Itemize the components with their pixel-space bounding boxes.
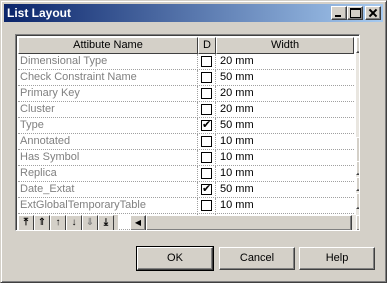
- display-cell: [198, 134, 216, 150]
- reorder-toolbar: ⤒ ⇑ ↑ ↓ ⇓ ⤓: [18, 215, 118, 230]
- display-cell: [198, 54, 216, 70]
- table-row[interactable]: Replica 10 mm: [18, 166, 354, 182]
- horizontal-scroll-thumb[interactable]: [146, 215, 352, 230]
- scroll-down-button[interactable]: ▼: [356, 193, 359, 209]
- attribute-name-cell: Cluster: [18, 102, 198, 118]
- move-up-icon[interactable]: ↑: [50, 215, 66, 230]
- scroll-right-button[interactable]: ▶: [356, 215, 359, 230]
- width-cell[interactable]: 10 mm: [216, 166, 354, 182]
- attribute-name-cell: Annotated: [18, 134, 198, 150]
- move-to-bottom-icon[interactable]: ⤓: [98, 215, 114, 230]
- close-button[interactable]: [365, 6, 381, 20]
- attribute-name-cell: Type: [18, 118, 198, 134]
- grid-rows: Dimensional Type 20 mm Check Constraint Na…: [18, 54, 354, 230]
- display-checkbox[interactable]: ✔: [201, 184, 212, 195]
- attribute-name-cell: Date_Extat: [18, 182, 198, 198]
- table-row[interactable]: ExtGlobalTemporaryTable 10 mm: [18, 198, 354, 214]
- width-cell[interactable]: 50 mm: [216, 70, 354, 86]
- width-cell[interactable]: 10 mm: [216, 150, 354, 166]
- move-page-up-icon[interactable]: ⇑: [34, 215, 50, 230]
- horizontal-scrollbar[interactable]: ◀ ▶: [130, 215, 359, 230]
- attribute-grid: Attibute Name D Width Dimensional Type 20…: [15, 34, 360, 231]
- window-title: List Layout: [7, 6, 72, 20]
- display-checkbox[interactable]: [201, 136, 212, 147]
- table-row[interactable]: Type ✔ 50 mm: [18, 118, 354, 134]
- ok-button[interactable]: OK: [136, 246, 214, 271]
- display-cell: [198, 150, 216, 166]
- table-row[interactable]: Cluster 20 mm: [18, 102, 354, 118]
- column-header-d[interactable]: D: [198, 37, 216, 54]
- display-checkbox[interactable]: [201, 56, 212, 67]
- width-cell[interactable]: 20 mm: [216, 102, 354, 118]
- move-to-top-icon[interactable]: ⤒: [18, 215, 34, 230]
- display-cell: [198, 166, 216, 182]
- minimize-button[interactable]: [331, 6, 347, 20]
- attribute-name-cell: Primary Key: [18, 86, 198, 102]
- attribute-name-cell: Dimensional Type: [18, 54, 198, 70]
- display-cell: ✔: [198, 182, 216, 198]
- title-bar: List Layout: [4, 4, 383, 22]
- width-cell[interactable]: 10 mm: [216, 134, 354, 150]
- list-layout-dialog: List Layout Attibute Name D Width Dimens…: [0, 0, 387, 283]
- scroll-top-button[interactable]: ⤒: [356, 161, 359, 175]
- display-cell: [198, 198, 216, 214]
- vertical-scrollbar[interactable]: ▲ ⤒ ⤓ ▼: [356, 37, 359, 215]
- attribute-name-cell: ExtGlobalTemporaryTable: [18, 198, 198, 214]
- display-cell: ✔: [198, 118, 216, 134]
- display-checkbox[interactable]: [201, 88, 212, 99]
- column-header-name[interactable]: Attibute Name: [18, 37, 198, 54]
- display-checkbox[interactable]: [201, 200, 212, 211]
- maximize-button[interactable]: [347, 6, 363, 20]
- table-row[interactable]: Date_Extat ✔ 50 mm: [18, 182, 354, 198]
- attribute-name-cell: Check Constraint Name: [18, 70, 198, 86]
- width-cell[interactable]: 50 mm: [216, 182, 354, 198]
- attribute-name-cell: Has Symbol: [18, 150, 198, 166]
- table-row[interactable]: Has Symbol 10 mm: [18, 150, 354, 166]
- display-checkbox[interactable]: [201, 168, 212, 179]
- scroll-up-button[interactable]: ▲: [356, 37, 359, 53]
- display-cell: [198, 70, 216, 86]
- move-down-icon[interactable]: ↓: [66, 215, 82, 230]
- width-cell[interactable]: 20 mm: [216, 86, 354, 102]
- attribute-name-cell: Replica: [18, 166, 198, 182]
- table-row[interactable]: Check Constraint Name 50 mm: [18, 70, 354, 86]
- display-checkbox[interactable]: [201, 72, 212, 83]
- display-checkbox[interactable]: [201, 104, 212, 115]
- scroll-bottom-button[interactable]: ⤓: [356, 177, 359, 191]
- cancel-button[interactable]: Cancel: [219, 247, 295, 270]
- display-cell: [198, 102, 216, 118]
- column-header-width[interactable]: Width: [216, 37, 354, 54]
- move-page-down-icon[interactable]: ⇓: [82, 215, 98, 230]
- width-cell[interactable]: 50 mm: [216, 118, 354, 134]
- width-cell[interactable]: 10 mm: [216, 198, 354, 214]
- scroll-left-button[interactable]: ◀: [130, 215, 146, 230]
- display-checkbox[interactable]: [201, 152, 212, 163]
- table-row[interactable]: Primary Key 20 mm: [18, 86, 354, 102]
- help-button[interactable]: Help: [299, 247, 375, 270]
- table-row[interactable]: Dimensional Type 20 mm: [18, 54, 354, 70]
- width-cell[interactable]: 20 mm: [216, 54, 354, 70]
- table-row[interactable]: Annotated 10 mm: [18, 134, 354, 150]
- display-checkbox[interactable]: ✔: [201, 120, 212, 131]
- display-cell: [198, 86, 216, 102]
